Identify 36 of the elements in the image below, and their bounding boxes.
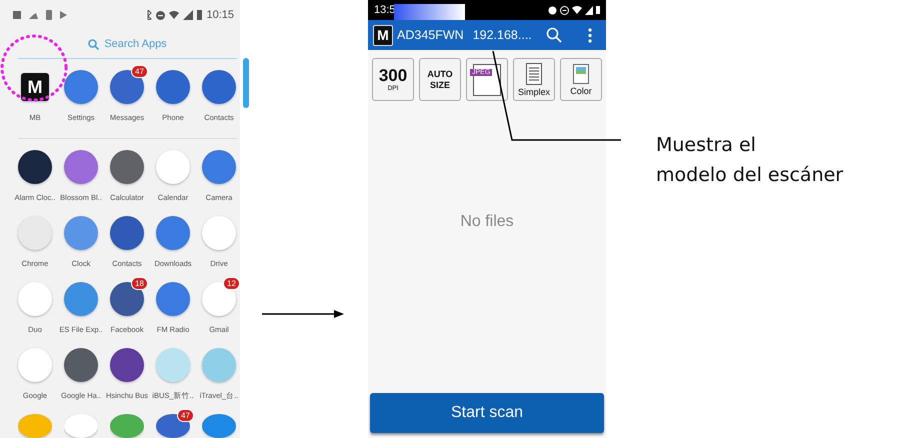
start-scan-button[interactable]: Start scan bbox=[370, 393, 604, 433]
scan-option-button[interactable]: Color bbox=[560, 58, 602, 101]
picture-icon bbox=[573, 64, 589, 84]
app-shortcut[interactable] bbox=[202, 414, 236, 438]
do-not-disturb-icon bbox=[560, 6, 569, 14]
notification-badge: 47 bbox=[177, 409, 194, 422]
redaction-block bbox=[394, 4, 465, 20]
notification-badge: 18 bbox=[131, 277, 148, 290]
battery-icon bbox=[596, 6, 600, 14]
play-icon bbox=[60, 11, 67, 19]
app-logo: M bbox=[373, 24, 393, 46]
battery-icon bbox=[197, 10, 202, 20]
notification-badge: 12 bbox=[223, 277, 240, 290]
square-icon bbox=[13, 11, 21, 19]
search-icon[interactable] bbox=[546, 27, 562, 43]
signal-icon bbox=[183, 10, 194, 20]
scroll-indicator bbox=[243, 58, 249, 108]
search-icon bbox=[88, 38, 100, 50]
bluetooth-icon bbox=[147, 10, 152, 20]
menu-icon[interactable] bbox=[588, 28, 592, 42]
status-time: 10:15 bbox=[206, 9, 234, 21]
scan-option-button[interactable]: Simplex bbox=[513, 58, 555, 101]
signal-icon bbox=[585, 6, 593, 14]
app-shortcut[interactable] bbox=[156, 414, 190, 438]
scanner-address: 192.168.... bbox=[472, 28, 533, 42]
wifi-icon bbox=[169, 11, 180, 19]
wifi-icon bbox=[572, 6, 582, 14]
do-not-disturb-icon bbox=[156, 10, 166, 20]
scanner-model: AD345FWN bbox=[397, 28, 464, 42]
empty-message: No files bbox=[460, 213, 514, 231]
annotation-text: Muestra el modelo del escáner bbox=[656, 133, 844, 188]
app-shortcut[interactable] bbox=[110, 414, 144, 438]
highlight-circle bbox=[0, 33, 69, 103]
scan-option-button[interactable]: AUTO SIZE bbox=[419, 58, 461, 101]
notification-badge: 47 bbox=[131, 65, 148, 78]
document-icon bbox=[526, 62, 542, 84]
